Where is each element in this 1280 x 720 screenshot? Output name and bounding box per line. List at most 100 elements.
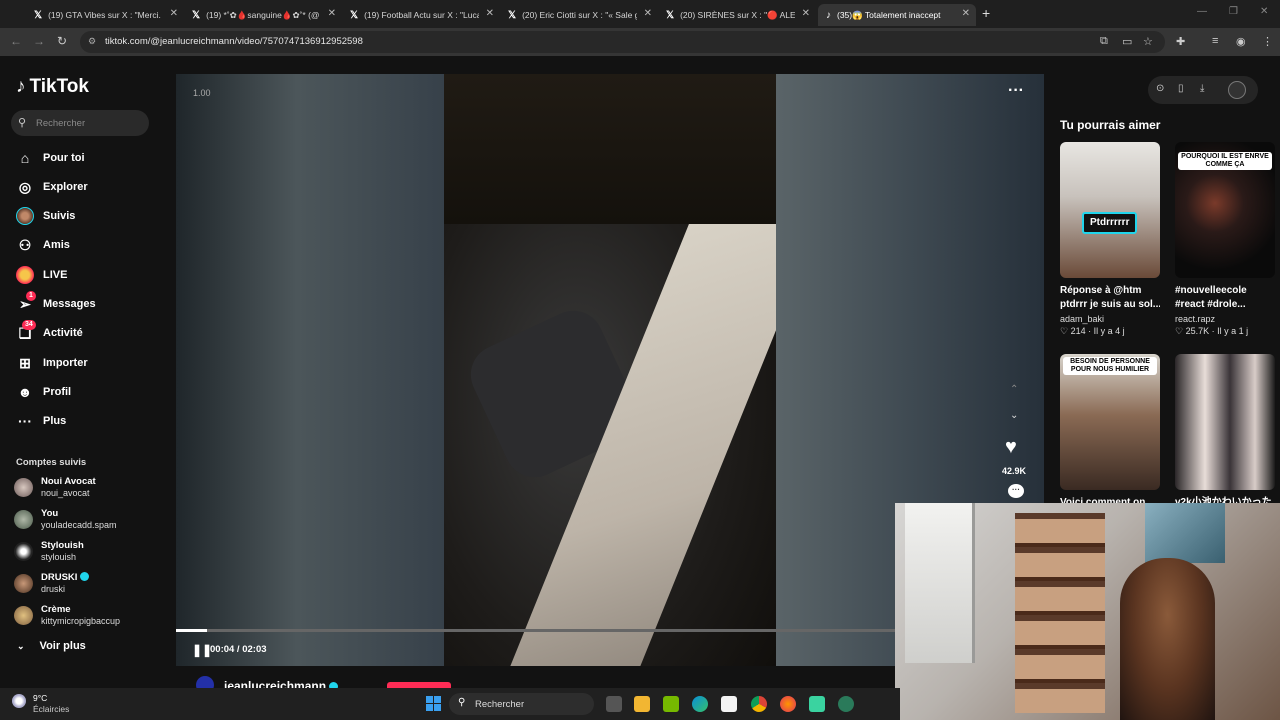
friends-icon: ⚇ (18, 236, 32, 253)
video-thumbnail[interactable]: POURQUOI IL EST ENRVE COMME ÇA (1175, 142, 1275, 278)
browser-tab[interactable]: 𝕏 (19) Football Actu sur X : "Luca ✕ (342, 4, 500, 26)
avatar (14, 606, 33, 625)
x-logo-icon: 𝕏 (508, 9, 517, 21)
nvidia-icon[interactable] (663, 696, 679, 712)
nav-item-profil[interactable]: ☻ Profil (16, 381, 72, 403)
maximize-icon[interactable]: ❐ (1229, 6, 1238, 17)
x-logo-icon: 𝕏 (192, 9, 201, 21)
home-icon: ⌂ (20, 150, 30, 166)
nav-item-pour-toi[interactable]: ⌂ Pour toi (16, 147, 85, 169)
suggested-video-card[interactable]: POURQUOI IL EST ENRVE COMME ÇA #nouvelle… (1175, 142, 1275, 337)
avatar (14, 510, 33, 529)
start-button[interactable] (426, 696, 441, 711)
temperature[interactable]: 9°C (33, 693, 47, 703)
minimize-icon[interactable]: — (1197, 6, 1207, 17)
nav-item-importer[interactable]: ⊞ Importer (16, 352, 88, 374)
more-options-icon[interactable]: ··· (1008, 82, 1024, 100)
browser-tab[interactable]: 𝕏 (20) Eric Ciotti sur X : "« Sale gu ✕ (500, 4, 658, 26)
firefox-icon[interactable] (780, 696, 796, 712)
weather-text[interactable]: Éclaircies (33, 704, 69, 714)
store-icon[interactable] (721, 696, 737, 712)
weather-icon[interactable] (12, 694, 30, 712)
video-ratio-label: 1.00 (193, 88, 211, 98)
avatar (14, 574, 33, 593)
profile-avatar-icon[interactable]: ◉ (1236, 35, 1246, 48)
chevron-down-icon: ⌄ (17, 641, 25, 651)
suggested-video-card[interactable]: BESOIN DE PERSONNE POUR NOUS HUMILIER Vo… (1060, 354, 1160, 510)
download-icon[interactable]: ⤓ (1200, 83, 1204, 94)
video-thumbnail[interactable]: Ptdrrrrrr (1060, 142, 1160, 278)
app-icon[interactable] (838, 696, 854, 712)
coin-icon[interactable]: ⊙ (1156, 83, 1164, 94)
close-tab-icon[interactable]: ✕ (962, 8, 970, 19)
video-thumbnail[interactable]: BESOIN DE PERSONNE POUR NOUS HUMILIER (1060, 354, 1160, 490)
close-tab-icon[interactable]: ✕ (802, 8, 810, 19)
comment-icon[interactable]: ··· (1008, 484, 1024, 498)
browser-tab[interactable]: 𝕏 (20) SIRÈNES sur X : "🔴 ALERT ✕ (658, 4, 816, 26)
reload-icon[interactable]: ↻ (57, 34, 67, 48)
extensions-icon[interactable]: ✚ (1176, 35, 1185, 48)
search-input[interactable] (36, 115, 141, 131)
browser-tab-bar: 𝕏 (19) GTA Vibes sur X : "Merci. G ✕ 𝕏 (19)… (0, 0, 1280, 28)
upload-icon: ⊞ (19, 354, 31, 371)
video-frame[interactable] (444, 74, 776, 666)
activity-icon: ❏ 34 (16, 320, 36, 342)
see-more-button[interactable]: ⌄ Voir plus (17, 640, 86, 652)
thumbnail-overlay-text: BESOIN DE PERSONNE POUR NOUS HUMILIER (1063, 357, 1157, 375)
followed-accounts-heading: Comptes suivis (16, 457, 87, 468)
thumbnail-overlay-text: Ptdrrrrrr (1082, 212, 1138, 234)
thumbnail-overlay-text: POURQUOI IL EST ENRVE COMME ÇA (1178, 152, 1272, 170)
tiktok-logo[interactable]: ♪ TikTok (16, 76, 89, 98)
edge-icon[interactable] (692, 696, 708, 712)
taskbar-search[interactable]: ⚲ Rechercher (449, 693, 594, 715)
like-heart-icon[interactable]: ♥ (1005, 436, 1017, 459)
nav-item-live[interactable]: LIVE (16, 264, 67, 286)
close-tab-icon[interactable]: ✕ (644, 8, 652, 19)
browser-tab[interactable]: 𝕏 (19) *˚✿🩸sanguine🩸✿˚* (@ ✕ (184, 4, 342, 26)
new-tab-button[interactable]: + (982, 5, 990, 21)
user-avatar[interactable] (1228, 81, 1246, 99)
next-video-icon[interactable]: ⌄ (1010, 410, 1018, 421)
bookmark-star-icon[interactable]: ☆ (1143, 35, 1153, 48)
back-icon[interactable]: ← (10, 34, 22, 48)
forward-icon[interactable]: → (33, 34, 45, 48)
suggested-video-card[interactable]: v2k小池かわいかった (1175, 354, 1275, 510)
address-toolbar: ← → ↻ ⚙ tiktok.com/@jeanlucreichmann/vid… (0, 28, 1280, 56)
more-dots-icon: ··· (18, 413, 32, 429)
task-view-icon[interactable] (606, 696, 622, 712)
reading-list-icon[interactable]: ≡ (1212, 35, 1218, 47)
site-info-icon[interactable]: ⚙ (88, 36, 96, 47)
nav-item-suivis[interactable]: Suivis (16, 205, 75, 227)
compass-icon: ◎ (18, 178, 32, 195)
browser-tab[interactable]: 𝕏 (19) GTA Vibes sur X : "Merci. G ✕ (26, 4, 184, 26)
search-box[interactable]: ⚲ (11, 110, 149, 136)
device-icon[interactable]: ▯ (1178, 83, 1184, 94)
messages-badge: 1 (26, 291, 36, 301)
video-thumbnail[interactable] (1175, 354, 1275, 490)
translate-icon[interactable]: ⧉ (1100, 35, 1108, 48)
chrome-icon[interactable] (751, 696, 767, 712)
nav-item-explorer[interactable]: ◎ Explorer (16, 176, 88, 198)
video-progress-bar[interactable] (176, 629, 896, 632)
nav-item-amis[interactable]: ⚇ Amis (16, 234, 70, 256)
close-tab-icon[interactable]: ✕ (486, 8, 494, 19)
url-bar[interactable]: ⚙ tiktok.com/@jeanlucreichmann/video/757… (80, 31, 1165, 53)
nav-item-activite[interactable]: ❏ 34 Activité (16, 320, 83, 344)
browser-tab-active[interactable]: ♪ (35)😱 Totalement inaccept ✕ (818, 4, 976, 26)
previous-video-icon[interactable]: ⌃ (1010, 384, 1018, 395)
windows-taskbar: 9°C Éclaircies ⚲ Rechercher (0, 688, 900, 720)
close-tab-icon[interactable]: ✕ (328, 8, 336, 19)
nav-item-messages[interactable]: ➢ 1 Messages (16, 291, 96, 315)
browser-menu-icon[interactable]: ⋮ (1262, 35, 1273, 48)
suggested-video-card[interactable]: Ptdrrrrrr Réponse à @htm ptdrrr je suis … (1060, 142, 1160, 337)
cast-icon[interactable]: ▭ (1122, 35, 1132, 48)
nav-item-plus[interactable]: ··· Plus (16, 410, 66, 432)
app-icon[interactable] (809, 696, 825, 712)
tiktok-note-icon: ♪ (16, 76, 26, 97)
url-text[interactable]: tiktok.com/@jeanlucreichmann/video/75707… (105, 36, 363, 47)
close-tab-icon[interactable]: ✕ (170, 8, 178, 19)
search-icon: ⚲ (18, 117, 27, 129)
x-logo-icon: 𝕏 (350, 9, 359, 21)
close-window-icon[interactable]: ✕ (1260, 6, 1268, 17)
file-explorer-icon[interactable] (634, 696, 650, 712)
